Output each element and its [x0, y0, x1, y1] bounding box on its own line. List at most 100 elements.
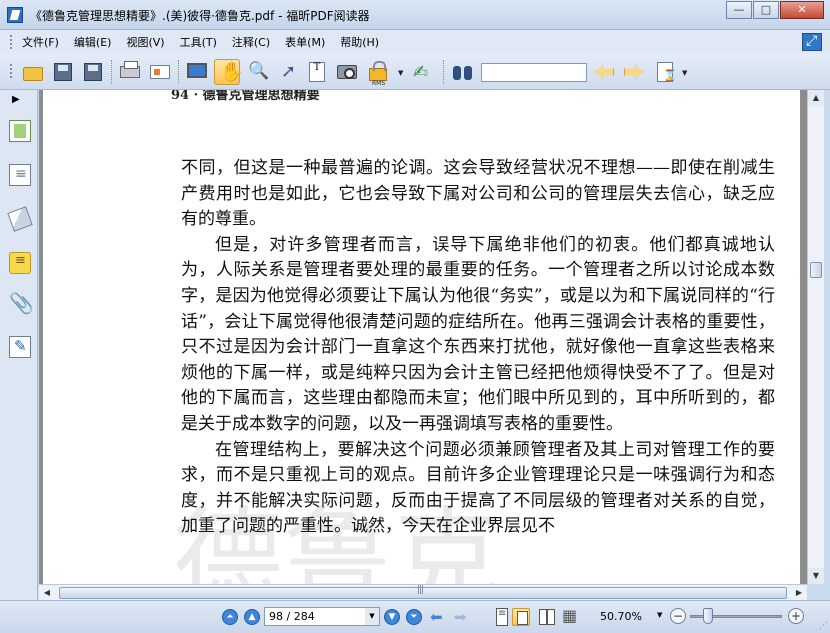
open-button[interactable]: [20, 59, 46, 85]
foxit-app-icon[interactable]: [7, 7, 23, 23]
previous-page-button[interactable]: ▲: [244, 609, 260, 625]
go-back-arrow-icon[interactable]: ⬅: [430, 608, 443, 626]
panel-expand-arrow-icon[interactable]: ▶: [12, 94, 20, 105]
zoom-tool-button[interactable]: 🔍: [244, 59, 270, 85]
menu-list: 文件(F) 编辑(E) 视图(V) 工具(T) 注释(C) 表单(M) 帮助(H…: [22, 34, 394, 50]
page-number-field[interactable]: 98 / 284 ▼: [264, 607, 380, 626]
save-as-icon: [84, 63, 102, 81]
scroll-left-arrow-icon[interactable]: ◀: [39, 585, 55, 601]
page-number-text: 98 / 284: [269, 610, 315, 623]
maximize-button[interactable]: □: [753, 1, 779, 19]
horizontal-scroll-thumb[interactable]: [59, 585, 787, 599]
paragraph: 在管理结构上，要解决这个问题必须兼顾管理者及其上司对管理工作的要求，而不是只重视…: [181, 439, 775, 537]
hand-tool-button[interactable]: ✋: [214, 59, 244, 85]
attachments-paperclip-icon[interactable]: 📎: [9, 292, 34, 314]
menu-edit[interactable]: 编辑(E): [74, 34, 112, 50]
status-bar: ⏶ ▲ 98 / 284 ▼ ▼ ⏷ ⬅ ➡ 50.70% ▼ − + ⋰: [0, 600, 830, 633]
scroll-down-arrow-icon[interactable]: ▼: [808, 568, 824, 584]
text-select-icon: T: [309, 62, 325, 82]
toolbar-separator: [111, 60, 112, 84]
hand-icon: ✋: [220, 61, 244, 83]
window-title: 《德鲁克管理思想精要》.(美)彼得·德鲁克.pdf - 福昕PDF阅读器: [30, 9, 370, 23]
sign-button[interactable]: ✍: [408, 59, 434, 85]
folder-icon: [23, 67, 43, 81]
bookmarks-icon[interactable]: [9, 164, 31, 186]
title-bar: 《德鲁克管理思想精要》.(美)彼得·德鲁克.pdf - 福昕PDF阅读器 — □…: [0, 0, 830, 30]
pointer-arrow-icon: ➚: [281, 61, 297, 82]
find-previous-button[interactable]: [591, 59, 617, 85]
menu-comments[interactable]: 注释(C): [232, 34, 270, 50]
zoom-slider-thumb[interactable]: [703, 608, 713, 624]
save-button[interactable]: [50, 59, 76, 85]
save-as-button[interactable]: [80, 59, 106, 85]
resize-grip-icon[interactable]: ⋰: [819, 621, 828, 631]
zoom-out-icon[interactable]: −: [670, 608, 686, 624]
document-history-icon: [657, 62, 677, 82]
pages-thumbnail-icon[interactable]: [9, 120, 31, 142]
document-viewport[interactable]: 德鲁克 94 · 德鲁克管理思想精要 不同，但这是一种最普遍的论调。这会导致经营…: [39, 90, 807, 584]
find-button[interactable]: [450, 59, 476, 85]
menu-file[interactable]: 文件(F): [22, 34, 59, 50]
horizontal-scrollbar[interactable]: ◀ ▶: [39, 584, 807, 600]
page-body: 不同，但这是一种最普遍的论调。这会导致经营状况不理想——即使在削减生产费用时也是…: [181, 156, 775, 540]
paragraph: 但是，对许多管理者而言，误导下属绝非他们的初衷。他们都真诚地认为，人际关系是管理…: [181, 234, 775, 434]
scroll-right-arrow-icon[interactable]: ▶: [791, 585, 807, 601]
find-previous-icon: [594, 65, 614, 79]
text-select-button[interactable]: T: [304, 59, 330, 85]
camera-icon: [337, 65, 357, 79]
menu-help[interactable]: 帮助(H): [340, 34, 379, 50]
last-page-button[interactable]: ⏷: [406, 609, 422, 625]
paragraph: 不同，但这是一种最普遍的论调。这会导致经营状况不理想——即使在削减生产费用时也是…: [181, 158, 775, 230]
page-running-header: 94 · 德鲁克管理思想精要: [171, 90, 320, 103]
history-button[interactable]: [652, 59, 678, 85]
menu-grip[interactable]: [10, 35, 13, 49]
security-button[interactable]: RMS: [366, 59, 392, 87]
scroll-up-arrow-icon[interactable]: ▲: [808, 90, 824, 106]
main-toolbar: ✋ 🔍 ➚ T RMS ▼ ✍ ▼: [0, 54, 830, 90]
vertical-scroll-thumb[interactable]: [810, 262, 822, 278]
binoculars-icon: [453, 66, 473, 80]
snapshot-button[interactable]: [334, 59, 360, 85]
menu-tools[interactable]: 工具(T): [180, 34, 217, 50]
toolbar-separator: [443, 60, 444, 84]
pdf-page: 德鲁克 94 · 德鲁克管理思想精要 不同，但这是一种最普遍的论调。这会导致经营…: [43, 90, 800, 584]
continuous-view-icon[interactable]: [512, 608, 530, 626]
single-page-view-icon[interactable]: [496, 608, 508, 626]
close-button[interactable]: ✕: [780, 1, 824, 19]
vertical-scrollbar[interactable]: ▲ ▼: [807, 90, 824, 584]
fullscreen-button[interactable]: [184, 59, 210, 85]
zoom-dropdown-arrow-icon[interactable]: ▼: [657, 611, 662, 619]
minimize-button[interactable]: —: [726, 1, 752, 19]
comments-icon[interactable]: [9, 252, 31, 274]
properties-button[interactable]: [147, 59, 173, 85]
signatures-icon[interactable]: [9, 336, 31, 358]
continuous-facing-view-icon[interactable]: [562, 606, 580, 626]
menu-bar: 文件(F) 编辑(E) 视图(V) 工具(T) 注释(C) 表单(M) 帮助(H…: [0, 30, 830, 54]
monitor-icon: [187, 63, 207, 78]
floppy-icon: [54, 63, 72, 81]
print-button[interactable]: [117, 59, 143, 85]
printer-icon: [120, 61, 140, 78]
search-input[interactable]: [481, 63, 587, 82]
find-next-button[interactable]: [621, 59, 647, 85]
page-dropdown-arrow-icon[interactable]: ▼: [365, 608, 379, 625]
rms-label: RMS: [372, 80, 386, 87]
menu-view[interactable]: 视图(V): [126, 34, 164, 50]
select-tool-button[interactable]: ➚: [274, 59, 300, 85]
next-page-button[interactable]: ▼: [384, 609, 400, 625]
toolbar-separator: [178, 60, 179, 84]
restore-document-icon[interactable]: [802, 33, 822, 51]
menu-forms[interactable]: 表单(M): [285, 34, 325, 50]
first-page-button[interactable]: ⏶: [222, 609, 238, 625]
zoom-level[interactable]: 50.70%: [600, 610, 642, 623]
toolbar-grip[interactable]: [10, 64, 13, 78]
facing-view-icon[interactable]: [538, 608, 556, 626]
window-controls: — □ ✕: [725, 1, 824, 19]
layers-icon[interactable]: [7, 206, 33, 232]
go-forward-arrow-icon[interactable]: ➡: [454, 608, 467, 626]
zoom-in-icon[interactable]: +: [788, 608, 804, 624]
properties-icon: [150, 65, 170, 79]
security-dropdown-arrow-icon[interactable]: ▼: [398, 69, 403, 77]
history-dropdown-arrow-icon[interactable]: ▼: [682, 69, 687, 77]
find-next-icon: [624, 65, 644, 79]
